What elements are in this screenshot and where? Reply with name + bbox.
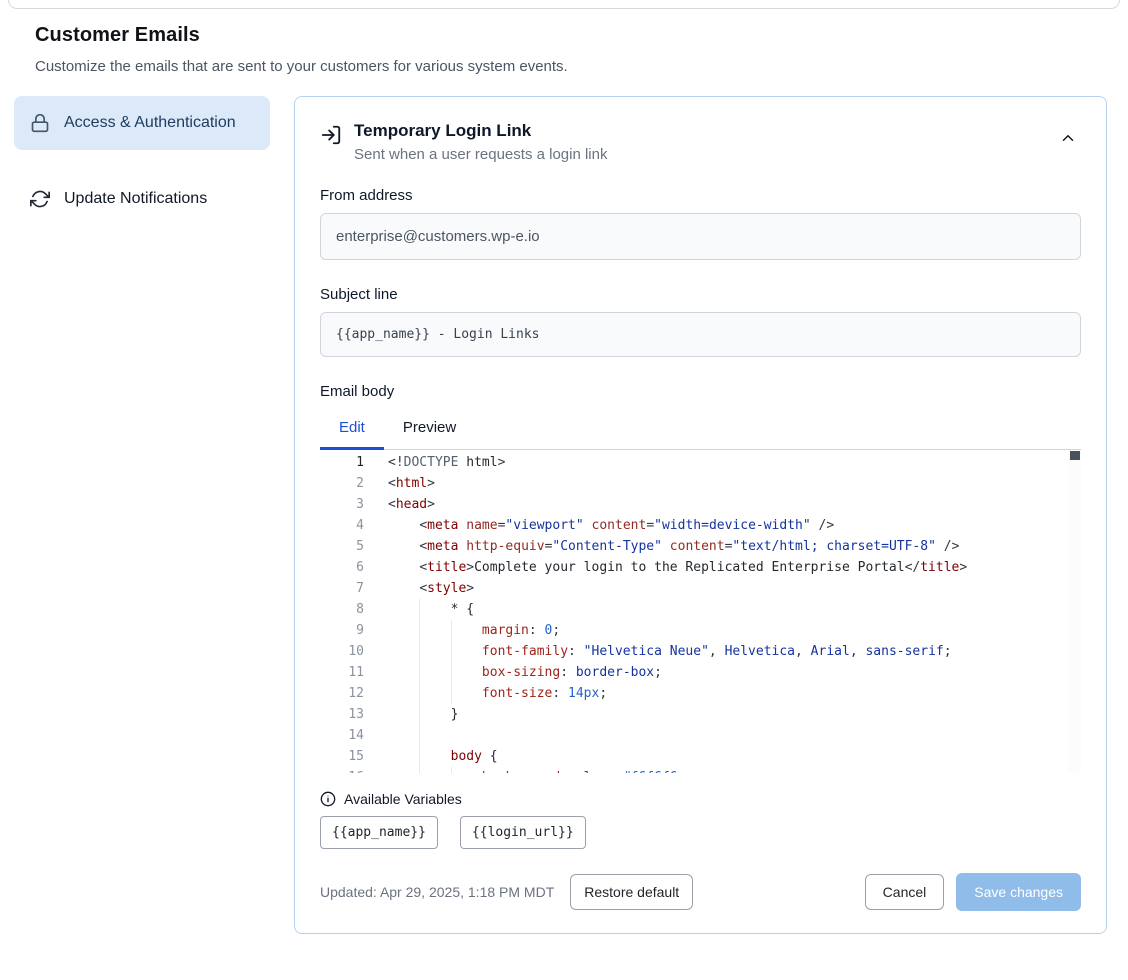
page-title: Customer Emails xyxy=(35,24,1093,47)
panel-title: Temporary Login Link xyxy=(354,121,1043,141)
line-number: 14 xyxy=(320,725,364,746)
line-number: 7 xyxy=(320,578,364,599)
code-line-9: 9 margin: 0; xyxy=(320,620,1081,641)
card-footer: Updated: Apr 29, 2025, 1:18 PM MDT Resto… xyxy=(320,873,1081,911)
code-lines: 1<!DOCTYPE html>2<html>3<head>4 <meta na… xyxy=(320,452,1081,773)
tab-edit[interactable]: Edit xyxy=(320,409,384,450)
email-settings-card: Temporary Login Link Sent when a user re… xyxy=(294,96,1107,934)
code-line-14: 14 xyxy=(320,725,1081,746)
code-line-3: 3<head> xyxy=(320,494,1081,515)
code-line-16: 16 background-color: #f6f6f6; xyxy=(320,767,1081,773)
line-number: 8 xyxy=(320,599,364,620)
scrollbar-thumb[interactable] xyxy=(1070,451,1080,460)
variable-chips: {{app_name}} {{login_url}} xyxy=(320,816,1081,849)
code-line-6: 6 <title>Complete your login to the Repl… xyxy=(320,557,1081,578)
line-number: 10 xyxy=(320,641,364,662)
page-header: Customer Emails Customize the emails tha… xyxy=(0,0,1128,75)
updated-timestamp: Updated: Apr 29, 2025, 1:18 PM MDT xyxy=(320,884,554,900)
code-line-10: 10 font-family: "Helvetica Neue", Helvet… xyxy=(320,641,1081,662)
page-subtitle: Customize the emails that are sent to yo… xyxy=(35,58,1093,75)
line-number: 9 xyxy=(320,620,364,641)
line-number: 5 xyxy=(320,536,364,557)
lock-icon xyxy=(30,113,50,133)
email-body-label: Email body xyxy=(320,383,1081,400)
code-line-8: 8 * { xyxy=(320,599,1081,620)
from-address-input[interactable] xyxy=(320,213,1081,260)
login-icon xyxy=(320,124,342,146)
collapse-section-button[interactable] xyxy=(1055,125,1081,151)
code-line-13: 13 } xyxy=(320,704,1081,725)
line-number: 3 xyxy=(320,494,364,515)
cancel-button[interactable]: Cancel xyxy=(865,874,945,910)
panel-subtitle: Sent when a user requests a login link xyxy=(354,146,1043,163)
editor-scrollbar[interactable] xyxy=(1068,450,1081,773)
chevron-up-icon xyxy=(1059,129,1077,147)
available-variables-header: Available Variables xyxy=(320,791,1081,807)
available-variables-label: Available Variables xyxy=(344,791,462,807)
previous-card-bottom-edge xyxy=(8,0,1120,9)
line-number: 4 xyxy=(320,515,364,536)
sidebar: Access & Authentication Update Notificat… xyxy=(14,96,270,226)
card-header: Temporary Login Link Sent when a user re… xyxy=(320,121,1081,163)
code-line-12: 12 font-size: 14px; xyxy=(320,683,1081,704)
sidebar-item-label: Access & Authentication xyxy=(64,111,236,135)
line-number: 2 xyxy=(320,473,364,494)
sidebar-item-access-authentication[interactable]: Access & Authentication xyxy=(14,96,270,150)
code-line-1: 1<!DOCTYPE html> xyxy=(320,452,1081,473)
code-line-5: 5 <meta http-equiv="Content-Type" conten… xyxy=(320,536,1081,557)
variable-chip-login-url[interactable]: {{login_url}} xyxy=(460,816,586,849)
refresh-icon xyxy=(30,189,50,209)
line-number: 12 xyxy=(320,683,364,704)
editor-tabs: Edit Preview xyxy=(320,409,1081,450)
restore-default-button[interactable]: Restore default xyxy=(570,874,693,910)
line-number: 13 xyxy=(320,704,364,725)
line-number: 16 xyxy=(320,767,364,773)
code-line-15: 15 body { xyxy=(320,746,1081,767)
info-icon xyxy=(320,791,336,807)
code-editor[interactable]: 1<!DOCTYPE html>2<html>3<head>4 <meta na… xyxy=(320,450,1081,773)
subject-line-input[interactable] xyxy=(320,312,1081,357)
subject-line-label: Subject line xyxy=(320,286,1081,303)
code-line-4: 4 <meta name="viewport" content="width=d… xyxy=(320,515,1081,536)
line-number: 11 xyxy=(320,662,364,683)
code-line-11: 11 box-sizing: border-box; xyxy=(320,662,1081,683)
save-changes-button[interactable]: Save changes xyxy=(956,873,1081,911)
code-line-7: 7 <style> xyxy=(320,578,1081,599)
sidebar-item-label: Update Notifications xyxy=(64,187,207,211)
line-number: 1 xyxy=(320,452,364,473)
from-address-label: From address xyxy=(320,187,1081,204)
code-line-2: 2<html> xyxy=(320,473,1081,494)
line-number: 6 xyxy=(320,557,364,578)
variable-chip-app-name[interactable]: {{app_name}} xyxy=(320,816,438,849)
line-number: 15 xyxy=(320,746,364,767)
tab-preview[interactable]: Preview xyxy=(384,409,475,450)
sidebar-item-update-notifications[interactable]: Update Notifications xyxy=(14,172,270,226)
